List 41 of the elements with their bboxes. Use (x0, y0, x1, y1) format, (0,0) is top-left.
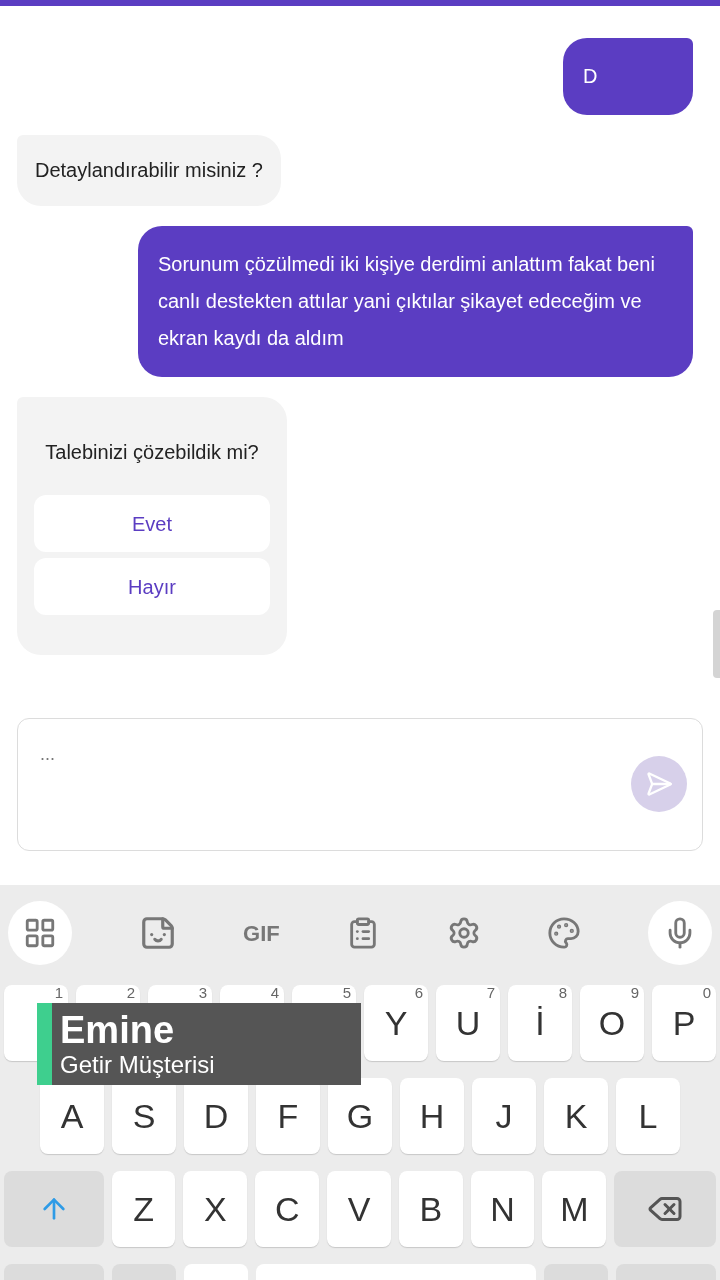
key-hint: 1 (54, 985, 63, 1000)
keyboard-key[interactable]: G (328, 1078, 392, 1154)
sent-message: D (563, 38, 693, 115)
option-button[interactable]: Evet (34, 495, 270, 552)
send-icon (645, 770, 673, 798)
question-text: Talebinizi çözebildik mi? (44, 440, 260, 465)
keyboard-key[interactable]: M (542, 1171, 607, 1247)
key-hint: 5 (342, 985, 351, 1000)
keyboard-key[interactable]: İ 8 (508, 985, 572, 1061)
keyboard-key[interactable]: L (616, 1078, 680, 1154)
keyboard-key[interactable]: U 7 (436, 985, 500, 1061)
keyboard-key[interactable]: C (255, 1171, 320, 1247)
message-field[interactable]: ... (17, 718, 703, 851)
keyboard-key[interactable]: J (472, 1078, 536, 1154)
keyboard-key[interactable]: O 9 (580, 985, 644, 1061)
keyboard-key[interactable]: P 0 (652, 985, 716, 1061)
key-hint: 7 (486, 985, 495, 1000)
gif-button[interactable]: GIF (243, 916, 280, 950)
shift-key[interactable] (4, 1171, 104, 1247)
key-hint: 6 (414, 985, 423, 1000)
keyboard-key[interactable]: B (398, 1171, 463, 1247)
key-hint: 8 (558, 985, 567, 1000)
key-hint: 0 (702, 985, 711, 1000)
grid-icon (23, 916, 57, 950)
received-message: Detaylandırabilir misiniz ? (17, 135, 281, 206)
keyboard-key[interactable]: K (544, 1078, 608, 1154)
sent-message: Sorunum çözülmedi iki kişiye derdimi anlattım fakat beni canlı destekten attılar yani çıktılar şikayet edeceğim ve ekran kaydı da aldım (138, 226, 693, 377)
scrollbar-thumb[interactable] (713, 610, 720, 678)
keyboard-key[interactable]: Y 6 (364, 985, 428, 1061)
backspace-key[interactable] (614, 1171, 716, 1247)
key-hint: 3 (198, 985, 207, 1000)
option-button[interactable]: Hayır (34, 558, 270, 615)
keyboard-key[interactable]: N (470, 1171, 535, 1247)
keyboard-key[interactable]: Z (111, 1171, 176, 1247)
keyboard-key[interactable]: V (327, 1171, 391, 1247)
palette-icon[interactable] (547, 916, 582, 950)
keyboard-key[interactable]: H (400, 1078, 464, 1154)
keyboard-key[interactable]: X (183, 1171, 248, 1247)
key-hint: 4 (270, 985, 279, 1000)
key-hint: 2 (126, 985, 135, 1000)
key-hint: 9 (630, 985, 639, 1000)
